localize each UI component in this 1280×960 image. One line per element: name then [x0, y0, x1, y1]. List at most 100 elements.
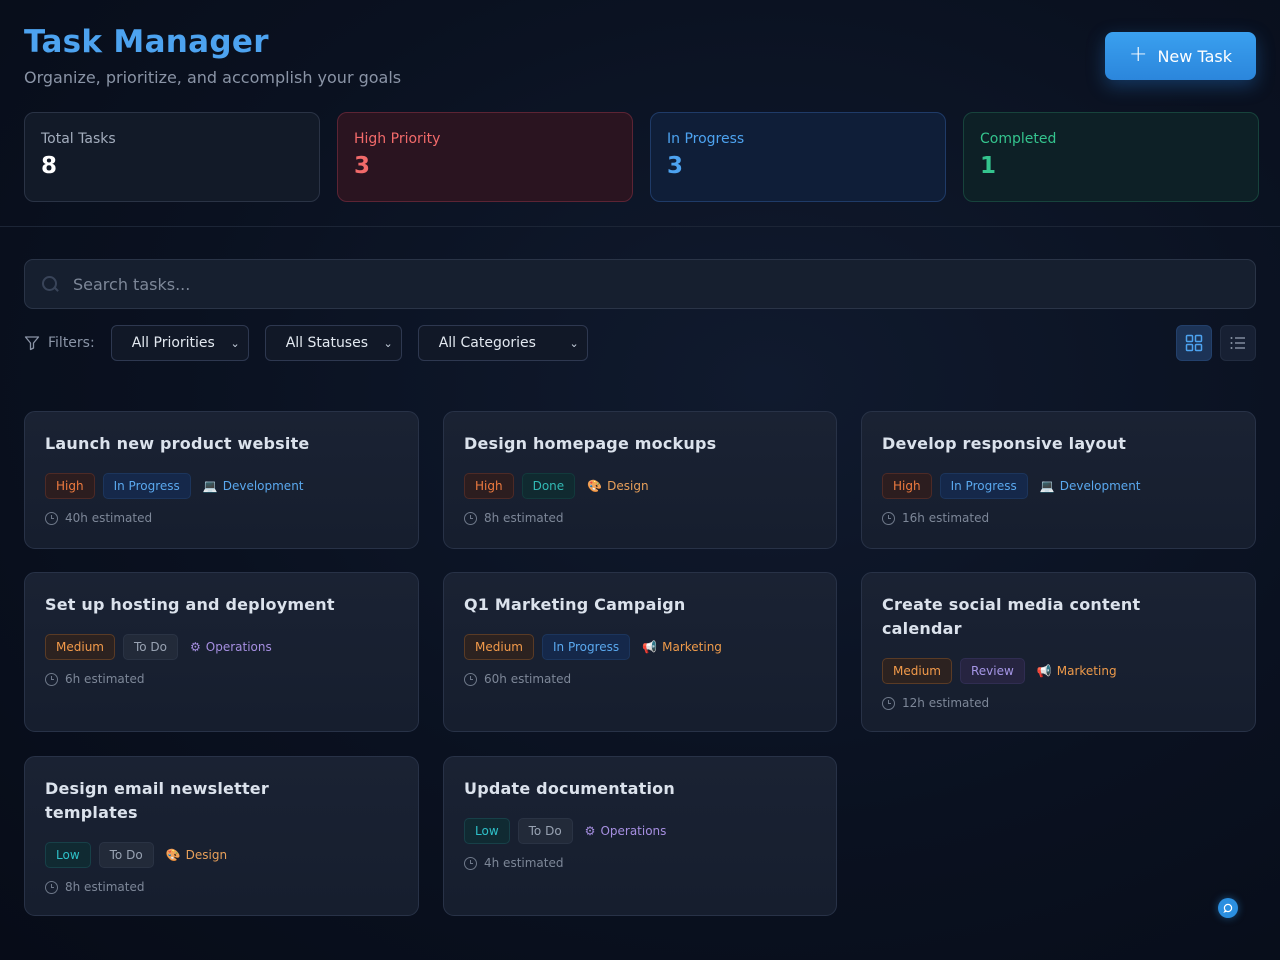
stat-label: High Priority	[354, 131, 441, 147]
task-title: Create social media content calendar	[882, 595, 1141, 638]
grid-view-button[interactable]	[1176, 325, 1212, 361]
stat-card-total: Total Tasks 8	[24, 112, 320, 202]
priority-badge: High	[464, 473, 514, 499]
status-filter-select[interactable]: All Statuses ⌄	[264, 325, 402, 361]
priority-badge: Medium	[464, 634, 534, 660]
chat-button[interactable]	[1218, 898, 1238, 918]
task-card[interactable]: Design homepage mockups High Done 🎨 Desig…	[443, 411, 837, 549]
task-title: Q1 Marketing Campaign	[464, 595, 686, 614]
status-badge: To Do	[98, 842, 154, 868]
task-card[interactable]: Set up hosting and deployment Medium To …	[24, 572, 419, 732]
task-estimate: 16h estimated	[882, 511, 1235, 525]
task-estimate: 12h estimated	[882, 696, 1235, 710]
clock-icon	[464, 856, 477, 870]
category-label: 💻 Development	[203, 479, 304, 493]
filter-icon	[24, 336, 40, 351]
category-text: Operations	[600, 824, 667, 838]
status-badge: To Do	[122, 634, 179, 660]
gear-icon: ⚙	[584, 824, 596, 838]
search-icon	[41, 275, 59, 293]
megaphone-icon: 📢	[1036, 664, 1052, 678]
task-tags: Medium In Progress 📢 Marketing	[464, 634, 816, 660]
page-title: Task Manager	[24, 24, 269, 60]
task-title: Launch new product website	[45, 434, 310, 453]
stat-card-in-progress: In Progress 3	[650, 112, 946, 202]
category-text: Operations	[205, 640, 272, 654]
estimate-text: 40h estimated	[65, 511, 153, 525]
chevron-down-icon: ⌄	[569, 336, 579, 350]
palette-icon: 🎨	[587, 479, 603, 493]
task-card[interactable]: Design email newsletter templates Low To…	[24, 756, 419, 916]
stat-value: 3	[354, 153, 371, 179]
priority-badge: Low	[464, 818, 510, 844]
status-badge: In Progress	[102, 473, 191, 499]
category-text: Design	[607, 479, 649, 493]
task-tags: High Done 🎨 Design	[464, 473, 816, 499]
task-tags: High In Progress 💻 Development	[45, 473, 398, 499]
task-tags: Low To Do ⚙ Operations	[464, 818, 816, 844]
category-label: 🎨 Design	[587, 479, 648, 493]
category-filter-select[interactable]: All Categories ⌄	[417, 325, 588, 361]
clock-icon	[45, 672, 58, 686]
category-text: Marketing	[1056, 664, 1117, 678]
task-tags: Medium Review 📢 Marketing	[882, 658, 1235, 684]
status-badge: Review	[959, 658, 1025, 684]
task-title: Design homepage mockups	[464, 434, 717, 453]
task-title: Set up hosting and deployment	[45, 595, 335, 614]
gear-icon: ⚙	[190, 640, 201, 654]
search-input[interactable]	[73, 260, 1255, 308]
header-divider	[0, 226, 1280, 227]
task-card[interactable]: Update documentation Low To Do ⚙ Operatio…	[443, 756, 837, 916]
chevron-down-icon: ⌄	[383, 336, 393, 350]
search-box[interactable]	[24, 259, 1256, 309]
palette-icon: 🎨	[165, 848, 181, 862]
stat-card-high-priority: High Priority 3	[337, 112, 633, 202]
estimate-text: 12h estimated	[902, 696, 990, 710]
new-task-button[interactable]: + New Task	[1105, 32, 1256, 80]
task-estimate: 8h estimated	[464, 511, 816, 525]
priority-filter-select[interactable]: All Priorities ⌄	[110, 325, 249, 361]
estimate-text: 16h estimated	[902, 511, 990, 525]
task-card[interactable]: Create social media content calendar Med…	[861, 572, 1256, 732]
megaphone-icon: 📢	[642, 640, 658, 654]
task-card[interactable]: Q1 Marketing Campaign Medium In Progress…	[443, 572, 837, 732]
category-label: 📢 Marketing	[642, 640, 722, 654]
stat-label: Completed	[980, 131, 1057, 147]
category-label: ⚙ Operations	[585, 824, 667, 838]
chat-bubble-icon	[1223, 903, 1233, 913]
status-filter-value: All Statuses	[285, 335, 369, 351]
category-text: Development	[1059, 479, 1141, 493]
task-estimate: 6h estimated	[45, 672, 398, 686]
task-estimate: 40h estimated	[45, 511, 398, 525]
stats-row: Total Tasks 8 High Priority 3 In Progres…	[24, 112, 1259, 202]
stat-label: Total Tasks	[41, 131, 116, 147]
task-tags: Low To Do 🎨 Design	[45, 842, 398, 868]
laptop-icon: 💻	[1039, 479, 1055, 493]
task-estimate: 8h estimated	[45, 880, 398, 894]
list-view-button[interactable]	[1220, 325, 1256, 361]
status-badge: In Progress	[939, 473, 1028, 499]
status-badge: To Do	[517, 818, 573, 844]
task-card[interactable]: Launch new product website High In Progr…	[24, 411, 419, 549]
task-tags: High In Progress 💻 Development	[882, 473, 1235, 499]
category-label: 📢 Marketing	[1037, 664, 1117, 678]
priority-badge: High	[882, 473, 932, 499]
stat-value: 8	[41, 153, 58, 179]
estimate-text: 8h estimated	[65, 880, 145, 894]
priority-badge: High	[45, 473, 95, 499]
stat-value: 3	[667, 153, 684, 179]
category-label: ⚙ Operations	[190, 640, 272, 654]
priority-badge: Medium	[882, 658, 952, 684]
stat-label: In Progress	[667, 131, 745, 147]
category-text: Marketing	[662, 640, 722, 654]
stat-value: 1	[980, 153, 997, 179]
task-card[interactable]: Develop responsive layout High In Progre…	[861, 411, 1256, 549]
laptop-icon: 💻	[202, 479, 218, 493]
task-title: Design email newsletter templates	[45, 779, 269, 822]
status-badge: Done	[521, 473, 576, 499]
estimate-text: 60h estimated	[484, 672, 572, 686]
priority-badge: Medium	[45, 634, 115, 660]
filters-label: Filters:	[48, 335, 95, 351]
chevron-down-icon: ⌄	[230, 336, 240, 350]
list-icon	[1230, 337, 1245, 349]
